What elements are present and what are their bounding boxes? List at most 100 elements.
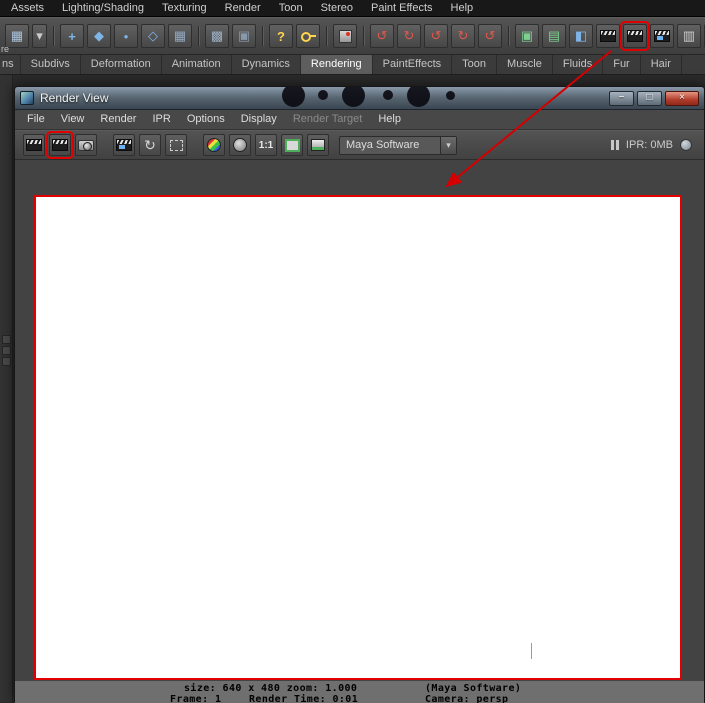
light-link-icon[interactable]: ◧ bbox=[569, 24, 593, 48]
menu-toon[interactable]: Toon bbox=[270, 0, 312, 16]
snapshot-button[interactable] bbox=[75, 134, 97, 156]
shelf-tab-bar: ns Subdivs Deformation Animation Dynamic… bbox=[0, 55, 705, 75]
shelf-tab-muscle[interactable]: Muscle bbox=[497, 55, 553, 74]
clapperboard-icon bbox=[26, 139, 42, 151]
left-edge-fragment: re bbox=[1, 44, 9, 54]
render-image-area[interactable] bbox=[34, 195, 682, 680]
menu-help[interactable]: Help bbox=[442, 0, 483, 16]
rgb-channels-button[interactable] bbox=[203, 134, 225, 156]
toolbar-separator bbox=[259, 23, 266, 49]
rotate-history-1-icon[interactable]: ↺ bbox=[370, 24, 394, 48]
shelf-tab-fur[interactable]: Fur bbox=[603, 55, 641, 74]
rv-menu-display[interactable]: Display bbox=[233, 110, 285, 129]
render-current-frame-icon[interactable] bbox=[623, 24, 647, 48]
history-glyph: ▣ bbox=[238, 28, 250, 44]
quick-select-icon[interactable]: ▩ bbox=[205, 24, 229, 48]
layout-button-icon[interactable] bbox=[2, 346, 11, 355]
ipr-render-button[interactable] bbox=[113, 134, 135, 156]
toolbar-separator bbox=[505, 23, 512, 49]
close-button[interactable]: × bbox=[665, 91, 699, 106]
redo-previous-render-button[interactable] bbox=[49, 134, 71, 156]
shelf-tab-toon[interactable]: Toon bbox=[452, 55, 497, 74]
shelf-tab-dynamics[interactable]: Dynamics bbox=[232, 55, 301, 74]
render-view-window: Render View − □ × File View Render IPR O… bbox=[14, 86, 705, 702]
one-to-one-button[interactable]: 1:1 bbox=[255, 134, 277, 156]
rotate-ccw-icon: ↺ bbox=[377, 28, 388, 44]
display-real-size-button[interactable] bbox=[281, 134, 303, 156]
menu-render[interactable]: Render bbox=[216, 0, 270, 16]
shelf-tab-deformation[interactable]: Deformation bbox=[81, 55, 162, 74]
rotate-history-4-icon[interactable]: ↻ bbox=[451, 24, 475, 48]
ipr-region-button[interactable] bbox=[165, 134, 187, 156]
rotate-history-5-icon[interactable]: ↺ bbox=[478, 24, 502, 48]
refresh-ipr-button[interactable]: ↻ bbox=[139, 134, 161, 156]
rv-menu-view[interactable]: View bbox=[53, 110, 93, 129]
rv-menu-render[interactable]: Render bbox=[92, 110, 144, 129]
rv-menu-options[interactable]: Options bbox=[179, 110, 233, 129]
shelf-tab-partial[interactable]: ns bbox=[0, 55, 21, 74]
layout-button-icon[interactable] bbox=[2, 357, 11, 366]
rv-menu-help[interactable]: Help bbox=[370, 110, 409, 129]
ipr-render-icon[interactable] bbox=[650, 24, 674, 48]
render-view-toolbar: ↻ 1:1 Maya Software ▾ IPR: 0MB bbox=[15, 130, 704, 160]
snap-menu-chevron-icon[interactable]: ▾ bbox=[32, 24, 47, 48]
clapperboard-icon bbox=[52, 139, 68, 151]
snap-to-grids-icon[interactable]: + bbox=[60, 24, 84, 48]
rotate-history-2-icon[interactable]: ↻ bbox=[397, 24, 421, 48]
snap-planes-glyph: ◇ bbox=[148, 28, 158, 44]
maximize-button[interactable]: □ bbox=[637, 91, 662, 106]
marker-icon[interactable] bbox=[333, 24, 357, 48]
texture-view-icon[interactable]: ▤ bbox=[542, 24, 566, 48]
minimize-button[interactable]: − bbox=[609, 91, 634, 106]
renderer-name-label: (Maya Software) bbox=[425, 683, 521, 694]
layout-button-icon[interactable] bbox=[2, 335, 11, 344]
rotate-ccw-icon: ↺ bbox=[431, 28, 442, 44]
rotate-history-3-icon[interactable]: ↺ bbox=[424, 24, 448, 48]
snap-curves-glyph: ◆ bbox=[94, 28, 104, 44]
shelf-tab-hair[interactable]: Hair bbox=[641, 55, 682, 74]
backdrop-sphere bbox=[407, 87, 430, 107]
renderer-selected-value: Maya Software bbox=[340, 139, 440, 151]
clapperboard-icon bbox=[600, 30, 616, 42]
open-render-view-icon[interactable] bbox=[596, 24, 620, 48]
window-titlebar[interactable]: Render View − □ × bbox=[15, 87, 704, 110]
snap-to-curves-icon[interactable]: ◆ bbox=[87, 24, 111, 48]
auto-key-icon[interactable] bbox=[296, 24, 320, 48]
rgb-circle-icon bbox=[207, 138, 221, 152]
menu-stereo[interactable]: Stereo bbox=[312, 0, 362, 16]
menu-paint-effects[interactable]: Paint Effects bbox=[362, 0, 442, 16]
exposure-button[interactable] bbox=[307, 134, 329, 156]
render-cursor-mark bbox=[531, 643, 532, 659]
selection-mask-glyph: ▦ bbox=[11, 28, 23, 44]
menu-assets[interactable]: Assets bbox=[2, 0, 53, 16]
construction-history-icon[interactable]: ▣ bbox=[232, 24, 256, 48]
rv-menu-file[interactable]: File bbox=[19, 110, 53, 129]
snap-to-points-icon[interactable]: ● bbox=[114, 24, 138, 48]
pause-icon[interactable] bbox=[611, 140, 619, 150]
menu-texturing[interactable]: Texturing bbox=[153, 0, 216, 16]
alpha-channel-button[interactable] bbox=[229, 134, 251, 156]
shelf-tab-animation[interactable]: Animation bbox=[162, 55, 232, 74]
menu-lighting-shading[interactable]: Lighting/Shading bbox=[53, 0, 153, 16]
rv-menu-ipr[interactable]: IPR bbox=[144, 110, 178, 129]
chevron-down-icon[interactable]: ▾ bbox=[440, 137, 456, 154]
make-live-icon[interactable]: ▦ bbox=[168, 24, 192, 48]
shelf-tab-subdivs[interactable]: Subdivs bbox=[21, 55, 81, 74]
shelf-tab-fluids[interactable]: Fluids bbox=[553, 55, 603, 74]
rotate-ccw-icon: ↺ bbox=[485, 28, 496, 44]
rotate-cw-icon: ↻ bbox=[404, 28, 415, 44]
renderer-dropdown[interactable]: Maya Software ▾ bbox=[339, 136, 457, 155]
snap-to-planes-icon[interactable]: ◇ bbox=[141, 24, 165, 48]
rotate-cw-icon: ↻ bbox=[458, 28, 469, 44]
shelf-tab-painteffects[interactable]: PaintEffects bbox=[373, 55, 453, 74]
backdrop-sphere bbox=[383, 90, 393, 100]
window-title: Render View bbox=[40, 91, 108, 105]
render-button-group: ▥ ▦ bbox=[596, 24, 705, 48]
render-button[interactable] bbox=[23, 134, 45, 156]
render-settings-icon[interactable]: ▥ bbox=[677, 24, 701, 48]
shelf-tab-rendering[interactable]: Rendering bbox=[301, 55, 373, 74]
render-layer-glyph: ▣ bbox=[521, 28, 533, 44]
render-layer-icon[interactable]: ▣ bbox=[515, 24, 539, 48]
help-line-icon[interactable]: ? bbox=[269, 24, 293, 48]
clapperboard-ipr-icon bbox=[654, 30, 670, 42]
